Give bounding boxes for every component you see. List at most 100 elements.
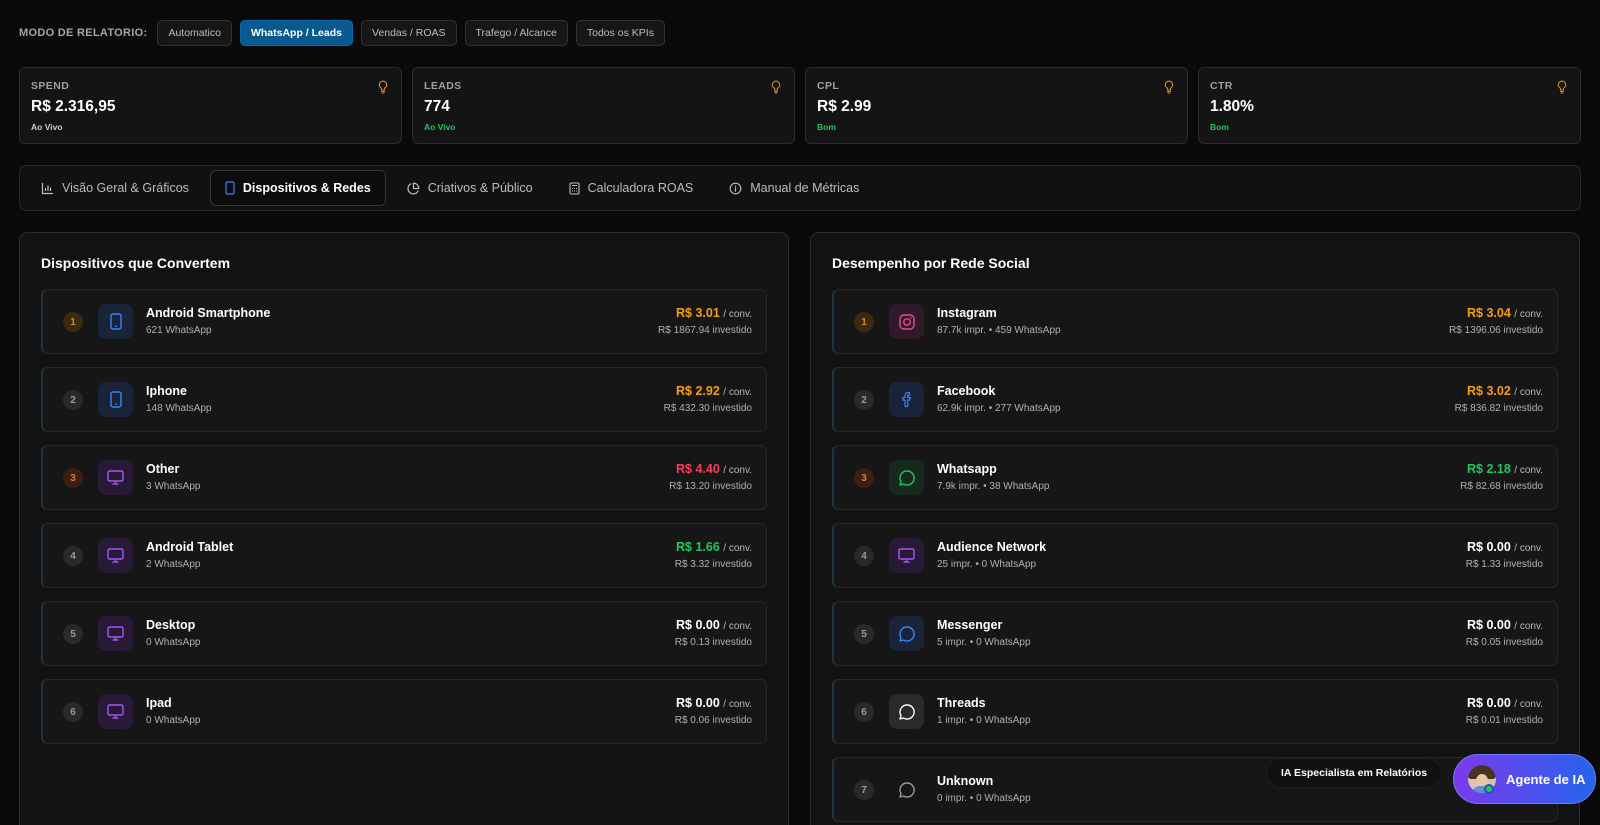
monitor-icon — [98, 694, 133, 729]
invested-amount: R$ 0.01 investido — [1465, 715, 1543, 726]
list-item[interactable]: 2 Facebook 62.9k impr. • 277 WhatsApp R$… — [832, 367, 1558, 432]
item-conversions: 0 WhatsApp — [146, 637, 201, 648]
cost-value: R$ 0.00 — [1467, 540, 1511, 554]
instagram-icon — [889, 304, 924, 339]
list-item[interactable]: 4 Android Tablet 2 WhatsApp R$ 1.66 / co… — [41, 523, 767, 588]
bar-chart-icon — [41, 182, 53, 194]
tab-calculadora-roas[interactable]: Calculadora ROAS — [554, 170, 709, 206]
invested-amount: R$ 1867.94 investido — [658, 325, 752, 336]
item-stats: 0 impr. • 0 WhatsApp — [937, 793, 1031, 804]
mode-whatsapp-leads-button[interactable]: WhatsApp / Leads — [239, 20, 353, 46]
list-item[interactable]: 1 Instagram 87.7k impr. • 459 WhatsApp R… — [832, 289, 1558, 354]
list-item[interactable]: 2 Iphone 148 WhatsApp R$ 2.92 / conv. R$… — [41, 367, 767, 432]
item-stats: 1 impr. • 0 WhatsApp — [937, 715, 1031, 726]
item-stats: 87.7k impr. • 459 WhatsApp — [937, 325, 1061, 336]
lightbulb-icon[interactable] — [770, 80, 782, 94]
rank-badge: 2 — [63, 390, 83, 410]
list-item[interactable]: 7 Unknown 0 impr. • 0 WhatsApp — [832, 757, 1558, 822]
tab-dispositivos-redes[interactable]: Dispositivos & Redes — [209, 170, 386, 206]
threads-icon — [889, 694, 924, 729]
list-item[interactable]: 5 Messenger 5 impr. • 0 WhatsApp R$ 0.00… — [832, 601, 1558, 666]
cost-value: R$ 3.04 — [1467, 306, 1511, 320]
list-item[interactable]: 5 Desktop 0 WhatsApp R$ 0.00 / conv. R$ … — [41, 601, 767, 666]
cost-value: R$ 3.01 — [676, 306, 720, 320]
list-item[interactable]: 3 Whatsapp 7.9k impr. • 38 WhatsApp R$ 2… — [832, 445, 1558, 510]
rank-badge: 7 — [854, 780, 874, 800]
kpi-title: CTR — [1210, 80, 1233, 92]
cost-unit: / conv. — [1514, 699, 1543, 710]
invested-amount: R$ 1.33 investido — [1465, 559, 1543, 570]
list-item[interactable]: 4 Audience Network 25 impr. • 0 WhatsApp… — [832, 523, 1558, 588]
rank-badge: 1 — [63, 312, 83, 332]
invested-amount: R$ 836.82 investido — [1454, 403, 1543, 414]
cost-per-conversion: R$ 2.18 / conv. — [1467, 462, 1543, 476]
lightbulb-icon[interactable] — [1556, 80, 1568, 94]
invested-amount: R$ 3.32 investido — [674, 559, 752, 570]
lightbulb-icon[interactable] — [377, 80, 389, 94]
mode-trafego-alcance-button[interactable]: Trafego / Alcance — [464, 20, 568, 46]
kpi-title: LEADS — [424, 80, 462, 92]
cost-per-conversion: R$ 2.92 / conv. — [676, 384, 752, 398]
mode-vendas-roas-button[interactable]: Vendas / ROAS — [360, 20, 457, 46]
ai-agent-button[interactable]: Agente de IA — [1453, 754, 1596, 804]
cost-value: R$ 1.66 — [676, 540, 720, 554]
item-conversions: 0 WhatsApp — [146, 715, 201, 726]
invested-amount: R$ 432.30 investido — [663, 403, 752, 414]
panel-title: Dispositivos que Convertem — [41, 255, 231, 271]
cost-per-conversion: R$ 0.00 / conv. — [1467, 696, 1543, 710]
lightbulb-icon[interactable] — [1163, 80, 1175, 94]
rank-badge: 5 — [854, 624, 874, 644]
kpi-title: CPL — [817, 80, 840, 92]
invested-amount: R$ 0.13 investido — [674, 637, 752, 648]
whatsapp-icon — [889, 460, 924, 495]
online-status-dot — [1484, 784, 1494, 794]
rank-badge: 6 — [63, 702, 83, 722]
rank-badge: 4 — [63, 546, 83, 566]
panel-title: Desempenho por Rede Social — [832, 255, 1030, 271]
cost-per-conversion: R$ 0.00 / conv. — [1467, 540, 1543, 554]
item-stats: 5 impr. • 0 WhatsApp — [937, 637, 1031, 648]
cost-value: R$ 3.02 — [1467, 384, 1511, 398]
list-item[interactable]: 6 Threads 1 impr. • 0 WhatsApp R$ 0.00 /… — [832, 679, 1558, 744]
cost-unit: / conv. — [723, 465, 752, 476]
section-tabs: Visão Geral & Gráficos Dispositivos & Re… — [19, 165, 1581, 211]
cost-value: R$ 2.18 — [1467, 462, 1511, 476]
cost-per-conversion: R$ 3.01 / conv. — [676, 306, 752, 320]
monitor-icon — [98, 460, 133, 495]
networks-list: 1 Instagram 87.7k impr. • 459 WhatsApp R… — [832, 289, 1558, 825]
tab-criativos-publico[interactable]: Criativos & Público — [392, 170, 548, 206]
cost-value: R$ 2.92 — [676, 384, 720, 398]
cost-unit: / conv. — [1514, 465, 1543, 476]
cost-unit: / conv. — [723, 543, 752, 554]
mode-automatico-button[interactable]: Automatico — [157, 20, 232, 46]
tab-visao-geral[interactable]: Visão Geral & Gráficos — [26, 170, 204, 206]
list-item[interactable]: 6 Ipad 0 WhatsApp R$ 0.00 / conv. R$ 0.0… — [41, 679, 767, 744]
item-stats: 62.9k impr. • 277 WhatsApp — [937, 403, 1061, 414]
cost-per-conversion: R$ 0.00 / conv. — [1467, 618, 1543, 632]
cost-per-conversion: R$ 1.66 / conv. — [676, 540, 752, 554]
item-name: Messenger — [937, 618, 1003, 632]
kpi-row: SPEND R$ 2.316,95 Ao Vivo LEADS 774 Ao V… — [19, 67, 1581, 144]
list-item[interactable]: 1 Android Smartphone 621 WhatsApp R$ 3.0… — [41, 289, 767, 354]
item-stats: 25 impr. • 0 WhatsApp — [937, 559, 1037, 570]
mode-todos-kpis-button[interactable]: Todos os KPIs — [575, 20, 665, 46]
kpi-card-spend: SPEND R$ 2.316,95 Ao Vivo — [19, 67, 402, 144]
chat-icon — [889, 772, 924, 807]
rank-badge: 3 — [854, 468, 874, 488]
cost-per-conversion: R$ 4.40 / conv. — [676, 462, 752, 476]
report-mode-label: MODO DE RELATORIO: — [19, 27, 148, 39]
item-stats: 7.9k impr. • 38 WhatsApp — [937, 481, 1050, 492]
tab-manual-metricas[interactable]: Manual de Métricas — [714, 170, 874, 206]
list-item[interactable]: 3 Other 3 WhatsApp R$ 4.40 / conv. R$ 13… — [41, 445, 767, 510]
ai-agent-label: Agente de IA — [1506, 771, 1586, 787]
cost-per-conversion: R$ 0.00 / conv. — [676, 696, 752, 710]
cost-per-conversion: R$ 3.04 / conv. — [1467, 306, 1543, 320]
tab-label: Criativos & Público — [427, 181, 533, 195]
cost-unit: / conv. — [723, 387, 752, 398]
item-conversions: 621 WhatsApp — [146, 325, 212, 336]
cost-per-conversion: R$ 0.00 / conv. — [676, 618, 752, 632]
monitor-icon — [98, 616, 133, 651]
kpi-value: R$ 2.99 — [817, 98, 872, 115]
item-name: Android Smartphone — [146, 306, 271, 320]
rank-badge: 3 — [63, 468, 83, 488]
